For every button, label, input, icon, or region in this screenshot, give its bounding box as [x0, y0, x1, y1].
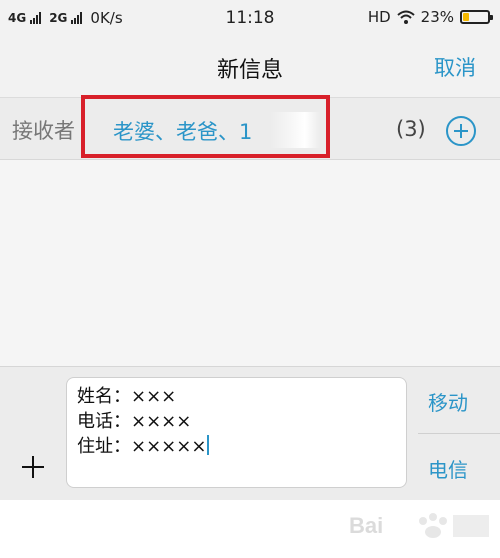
text-caret — [207, 435, 210, 455]
wifi-icon — [396, 10, 415, 24]
watermark-text: Bai — [349, 513, 383, 538]
sim-divider — [418, 433, 500, 434]
message-input[interactable]: 姓名：××× 电话：×××× 住址：××××× — [66, 377, 407, 488]
phone-screen: 4G 2G 0K/s 11:18 HD 23% 新信息 取消 接收者 老婆、老爸… — [0, 0, 500, 558]
hd-indicator: HD — [367, 8, 391, 26]
recipient-label: 接收者 — [12, 119, 75, 143]
battery-icon — [460, 10, 493, 24]
battery-percent: 23% — [420, 8, 454, 26]
cancel-button[interactable]: 取消 — [434, 52, 476, 82]
add-contact-icon[interactable] — [446, 116, 476, 146]
message-line-1: 姓名：××× — [77, 386, 177, 407]
annotation-highlight-box — [81, 95, 330, 158]
page-title: 新信息 — [216, 58, 283, 83]
title-bar: 新信息 取消 — [0, 36, 500, 98]
status-right: HD 23% — [367, 8, 493, 26]
attach-plus-icon[interactable] — [22, 456, 44, 478]
send-sim2-button[interactable]: 电信 — [428, 454, 468, 483]
message-line-3: 住址：××××× — [77, 436, 207, 457]
baidu-paw-icon: Bai — [349, 513, 489, 538]
status-bar: 4G 2G 0K/s 11:18 HD 23% — [0, 0, 500, 36]
message-line-2: 电话：×××× — [77, 411, 192, 432]
message-area — [0, 160, 500, 366]
send-sim1-button[interactable]: 移动 — [428, 387, 468, 416]
baidu-watermark: Bai — [345, 505, 495, 545]
battery-fill — [463, 13, 469, 21]
recipient-count: (3) — [396, 117, 426, 141]
